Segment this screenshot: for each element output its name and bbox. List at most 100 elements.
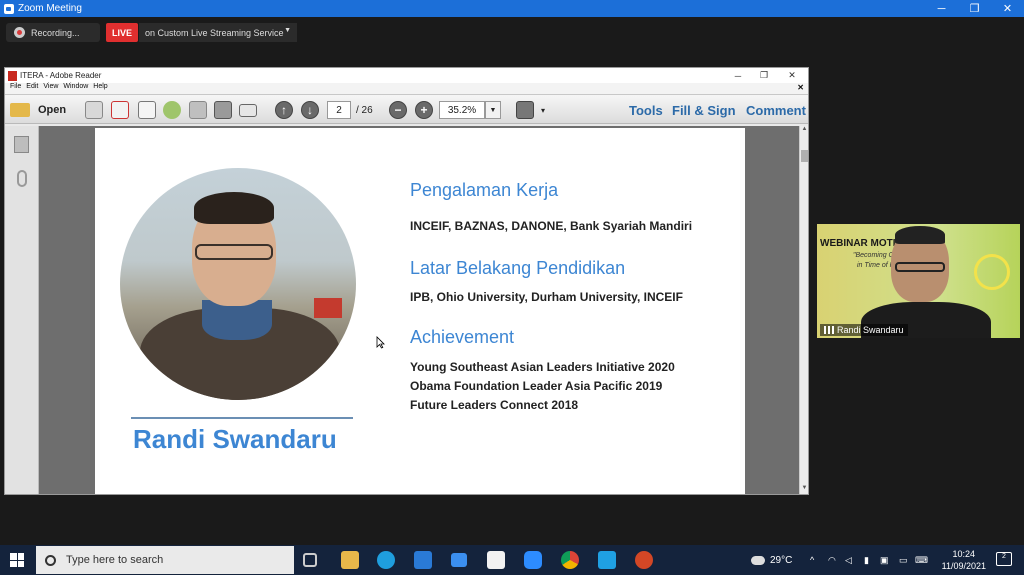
vertical-scrollbar[interactable]: ▲ ▼	[799, 126, 808, 494]
mail-icon[interactable]	[414, 551, 432, 569]
edge-browser-icon[interactable]	[377, 551, 395, 569]
adobe-restore-button[interactable]: ❐	[749, 68, 779, 83]
pdf-icon	[8, 70, 17, 81]
achievement-line-3: Future Leaders Connect 2018	[410, 398, 579, 412]
chevron-down-icon[interactable]: ▼	[485, 101, 501, 119]
stream-service-dropdown[interactable]: on Custom Live Streaming Service ▼	[139, 23, 297, 42]
camera-icon[interactable]: ▣	[880, 545, 889, 575]
microphone-icon[interactable]: ▮	[864, 545, 869, 575]
mouse-cursor-icon	[376, 336, 385, 349]
zoom-window-title: Zoom Meeting	[18, 3, 82, 14]
comment-link[interactable]: Comment	[746, 103, 806, 118]
previous-page-button[interactable]: ↑	[275, 101, 293, 119]
edit-icon	[138, 101, 156, 119]
volume-icon[interactable]: ◁	[845, 545, 852, 575]
cloud-upload-icon	[163, 101, 181, 119]
task-view-icon[interactable]	[303, 553, 317, 567]
clock-date: 11/09/2021	[941, 561, 986, 571]
media-app-icon[interactable]	[598, 551, 616, 569]
scroll-thumb[interactable]	[801, 150, 808, 162]
recording-label: Recording...	[31, 27, 80, 38]
adobe-title-bar: ITERA - Adobe Reader ─ ❐ ✕	[5, 68, 808, 83]
document-close-icon[interactable]: ✕	[797, 83, 804, 92]
zoom-in-button[interactable]: +	[415, 101, 433, 119]
attachments-paperclip-icon[interactable]	[17, 170, 27, 187]
dropbox-icon[interactable]	[451, 553, 467, 567]
fill-sign-link[interactable]: Fill & Sign	[672, 103, 736, 118]
print-button[interactable]	[214, 101, 232, 119]
print-icon	[214, 101, 232, 119]
open-button[interactable]: Open	[10, 101, 66, 119]
banner-title: WEBINAR MOTIV	[820, 238, 903, 249]
next-page-button[interactable]: ↓	[301, 101, 319, 119]
plus-icon: +	[415, 101, 433, 119]
section-heading-achievement: Achievement	[410, 327, 515, 347]
show-hidden-icons-button[interactable]: ^	[810, 545, 814, 575]
scroll-down-arrow-icon[interactable]: ▼	[800, 485, 809, 494]
taskbar-search-box[interactable]: Type here to search	[36, 546, 294, 574]
participant-video-tile[interactable]: WEBINAR MOTIV "Becoming Cr in Time of Pa…	[817, 224, 1020, 338]
notifications-icon[interactable]: 2	[996, 552, 1012, 566]
adobe-close-button[interactable]: ✕	[777, 68, 807, 83]
amazon-icon[interactable]	[487, 551, 505, 569]
adobe-toolbar: Open ↑ ↓ 2 / 26 − + 35.2% ▼ ▾ Tools Fill…	[5, 94, 808, 124]
document-area: Randi Swandaru Pengalaman Kerja INCEIF, …	[5, 126, 808, 494]
page-number-value[interactable]: 2	[327, 101, 351, 119]
zoom-taskbar-icon[interactable]	[524, 551, 542, 569]
adobe-menu-bar: File Edit View Window Help ✕	[5, 83, 808, 94]
expand-icon	[516, 101, 534, 119]
participant-name-label: Randi Swandaru	[820, 324, 908, 336]
search-icon	[45, 554, 56, 566]
lightbulb-icon	[974, 254, 1010, 290]
achievement-line-2: Obama Foundation Leader Asia Pacific 201…	[410, 379, 663, 393]
zoom-level-value[interactable]: 35.2%	[439, 101, 485, 119]
cloud-upload-button[interactable]	[163, 101, 181, 119]
scroll-up-arrow-icon[interactable]: ▲	[800, 126, 809, 135]
weather-widget[interactable]: 29°C	[751, 545, 792, 575]
search-placeholder: Type here to search	[66, 554, 164, 566]
email-button[interactable]	[239, 101, 257, 119]
menu-edit[interactable]: Edit	[26, 83, 38, 94]
page-number-input[interactable]: 2	[327, 101, 351, 119]
save-button[interactable]	[189, 101, 207, 119]
file-explorer-icon[interactable]	[341, 551, 359, 569]
adobe-reader-window: ITERA - Adobe Reader ─ ❐ ✕ File Edit Vie…	[4, 67, 809, 495]
folder-icon	[10, 103, 30, 117]
close-button[interactable]: ✕	[991, 0, 1024, 17]
powerpoint-icon[interactable]	[635, 551, 653, 569]
minimize-button[interactable]: ─	[925, 0, 958, 17]
menu-window[interactable]: Window	[63, 83, 88, 94]
create-pdf-button[interactable]	[85, 101, 103, 119]
menu-view[interactable]: View	[43, 83, 58, 94]
create-pdf-icon	[85, 101, 103, 119]
network-icon[interactable]: ◠	[828, 545, 836, 575]
signal-bars-icon	[824, 326, 834, 334]
menu-help[interactable]: Help	[93, 83, 107, 94]
system-clock[interactable]: 10:24 11/09/2021	[942, 548, 986, 572]
page-total: / 26	[356, 101, 373, 119]
maximize-button[interactable]: ❐	[958, 0, 991, 17]
recording-indicator[interactable]: Recording...	[6, 23, 100, 42]
menu-file[interactable]: File	[10, 83, 21, 94]
live-badge: LIVE	[106, 23, 138, 42]
work-experience-text: INCEIF, BAZNAS, DANONE, Bank Syariah Man…	[410, 219, 693, 233]
tools-link[interactable]: Tools	[629, 103, 663, 118]
stream-label: on Custom Live Streaming Service	[145, 27, 284, 38]
adobe-window-title: ITERA - Adobe Reader	[20, 71, 102, 80]
zoom-title-bar: Zoom Meeting ─ ❐ ✕	[0, 0, 1024, 17]
envelope-icon	[239, 103, 257, 117]
toolbar-more-button[interactable]: ▾	[541, 101, 545, 119]
edit-button[interactable]	[138, 101, 156, 119]
zoom-level-select[interactable]: 35.2% ▼	[439, 101, 501, 119]
zoom-out-button[interactable]: −	[389, 101, 407, 119]
pages-panel-icon[interactable]	[14, 136, 29, 153]
zoom-app-icon	[4, 3, 14, 14]
chrome-icon[interactable]	[561, 551, 579, 569]
speaker-photo	[120, 168, 356, 400]
minus-icon: −	[389, 101, 407, 119]
export-pdf-button[interactable]	[111, 101, 129, 119]
keyboard-icon[interactable]: ⌨	[915, 545, 928, 575]
windows-start-icon[interactable]	[10, 553, 24, 567]
fit-page-button[interactable]	[516, 101, 534, 119]
battery-icon[interactable]: ▭	[899, 545, 908, 575]
